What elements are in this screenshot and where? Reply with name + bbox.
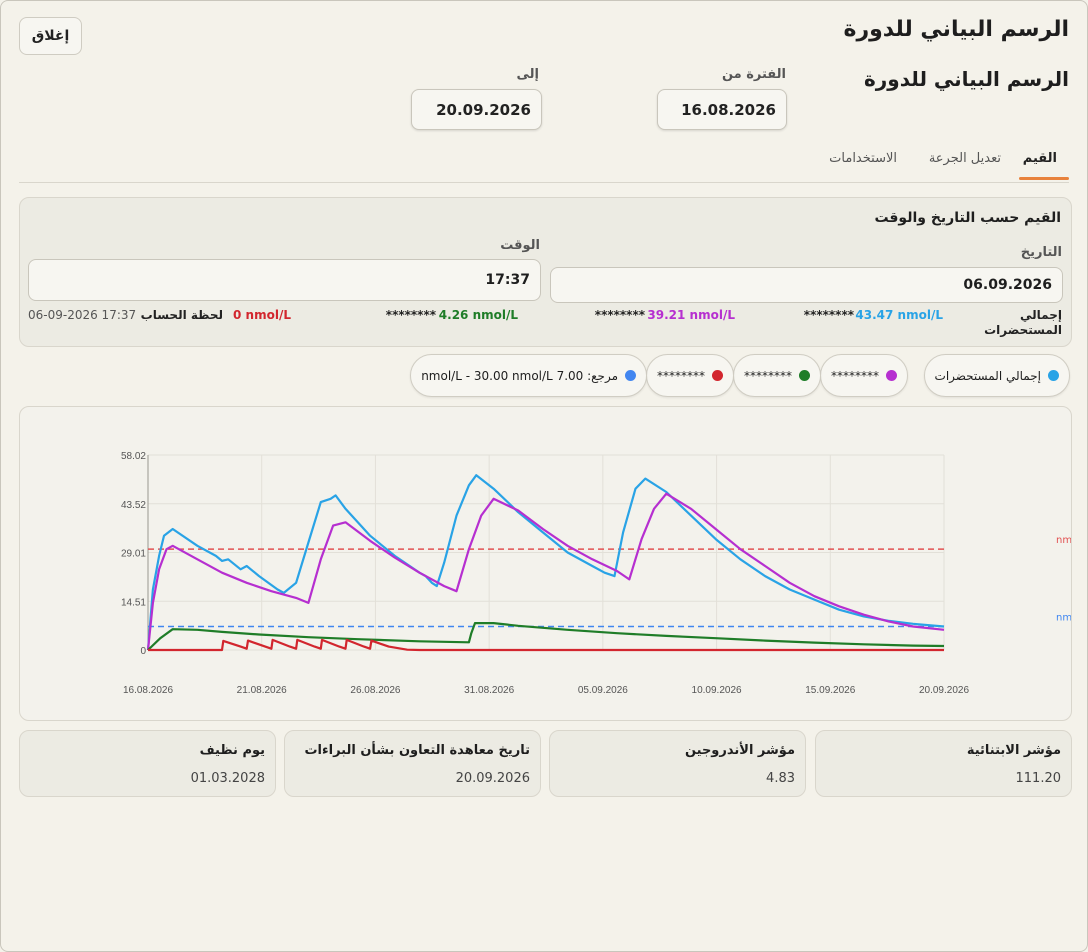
lower-reference-label: الحد الأدنى 7.00 nmol/L xyxy=(1056,610,1071,623)
total-preparations-value: 43.47 nmol/L xyxy=(855,308,943,322)
cycle-chart: 16.08.2026 21.08.2026 26.08.2026 31.08.2026… xyxy=(19,406,1088,721)
period-from-label: الفترة من xyxy=(721,67,786,82)
x-tick-label: 21.08.2026 xyxy=(237,685,287,696)
x-tick-label: 20.09.2026 xyxy=(919,685,969,696)
y-tick-label: 29.01 xyxy=(121,549,146,560)
tab-bar: القيم تعديل الجرعة الاستخدامات xyxy=(19,141,1069,183)
series-line-2 xyxy=(146,492,945,651)
legend-label: إجمالي المستحضرات xyxy=(934,368,1041,383)
legend-dot-icon xyxy=(886,370,897,381)
y-tick-label: 43.52 xyxy=(121,500,146,511)
clean-day-card: يوم نظيف 01.03.2028 xyxy=(19,730,276,797)
x-tick-label: 15.09.2026 xyxy=(805,685,855,696)
legend-series-3[interactable]: ******** xyxy=(733,354,821,397)
values-panel: القيم حسب التاريخ والوقت التاريخ 06.09.2… xyxy=(19,197,1072,347)
series-3-value: 4.26 nmol/L xyxy=(438,308,518,322)
card-value: 111.20 xyxy=(1015,771,1062,786)
date-label: التاريخ xyxy=(1020,245,1062,260)
tab-dose-adjustment[interactable]: تعديل الجرعة xyxy=(929,151,1001,166)
legend-total-preparations[interactable]: إجمالي المستحضرات xyxy=(923,354,1070,397)
period-to-label: إلى xyxy=(516,67,540,82)
x-tick-label: 31.08.2026 xyxy=(464,685,514,696)
chart-canvas: 16.08.2026 21.08.2026 26.08.2026 31.08.2026… xyxy=(121,451,1088,696)
page-title: الرسم البياني للدورة xyxy=(863,67,1069,91)
active-tab-indicator xyxy=(1019,177,1069,180)
legend-label: ******** xyxy=(831,368,879,383)
x-tick-label: 16.08.2026 xyxy=(123,685,173,696)
dialog-title: الرسم البياني للدورة xyxy=(843,17,1069,42)
x-tick-label: 10.09.2026 xyxy=(692,685,742,696)
card-title: مؤشر الابتنائية xyxy=(966,743,1061,758)
cycle-chart-dialog: إغلاق الرسم البياني للدورة الرسم البياني… xyxy=(0,0,1088,952)
close-button[interactable]: إغلاق xyxy=(19,17,82,55)
anabolic-index-card: مؤشر الابتنائية 111.20 xyxy=(815,730,1072,797)
y-tick-label: 0 xyxy=(140,646,146,657)
card-value: 20.09.2026 xyxy=(455,771,530,786)
legend-dot-icon xyxy=(625,370,636,381)
period-from-input[interactable]: 16.08.2026 xyxy=(657,89,787,130)
card-title: يوم نظيف xyxy=(199,743,265,758)
upper-reference-label: الحد الأعلى 30.00 nmol/L xyxy=(1056,533,1071,546)
legend-label: مرجع: 7.00 nmol/L - 30.00 nmol/L xyxy=(421,368,618,383)
legend-series-2[interactable]: ******** xyxy=(820,354,908,397)
card-value: 4.83 xyxy=(766,771,795,786)
card-title: مؤشر الأندروجين xyxy=(684,743,795,758)
series-line-1 xyxy=(146,474,945,651)
series-2-value: 39.21 nmol/L xyxy=(647,308,735,322)
period-to-input[interactable]: 20.09.2026 xyxy=(411,89,542,130)
masked-label-2: ******** xyxy=(594,308,645,322)
time-label: الوقت xyxy=(500,238,540,253)
series-line-4 xyxy=(148,638,944,652)
values-panel-title: القيم حسب التاريخ والوقت xyxy=(874,210,1061,226)
pct-date-card: تاريخ معاهدة التعاون بشأن البراءات 20.09… xyxy=(284,730,541,797)
date-input[interactable]: 06.09.2026 xyxy=(550,267,1063,303)
legend-reference-range[interactable]: مرجع: 7.00 nmol/L - 30.00 nmol/L xyxy=(410,354,647,397)
tab-usages[interactable]: الاستخدامات xyxy=(829,151,897,166)
y-tick-label: 58.02 xyxy=(121,451,146,462)
y-tick-label: 14.51 xyxy=(121,597,146,608)
masked-label-3: ******** xyxy=(385,308,436,322)
legend-dot-icon xyxy=(799,370,810,381)
x-tick-label: 26.08.2026 xyxy=(350,685,400,696)
androgen-index-card: مؤشر الأندروجين 4.83 xyxy=(549,730,806,797)
card-value: 01.03.2028 xyxy=(190,771,265,786)
time-input[interactable]: 17:37 xyxy=(28,259,541,301)
calculation-moment-label: لحظة الحساب xyxy=(140,308,223,322)
legend-dot-icon xyxy=(1048,370,1059,381)
x-tick-label: 05.09.2026 xyxy=(578,685,628,696)
series-4-value: 0 nmol/L xyxy=(233,308,291,322)
masked-label-1: ******** xyxy=(803,308,854,322)
legend-label: ******** xyxy=(657,368,705,383)
legend-dot-icon xyxy=(712,370,723,381)
legend-series-4[interactable]: ******** xyxy=(646,354,734,397)
legend-label: ******** xyxy=(744,368,792,383)
card-title: تاريخ معاهدة التعاون بشأن البراءات xyxy=(304,743,530,758)
series-line-3 xyxy=(147,622,945,651)
total-preparations-label: إجمالي المستحضرات xyxy=(984,308,1062,337)
tab-values[interactable]: القيم xyxy=(1023,151,1057,166)
calculation-moment-value: 06-09-2026 17:37 xyxy=(28,308,137,322)
